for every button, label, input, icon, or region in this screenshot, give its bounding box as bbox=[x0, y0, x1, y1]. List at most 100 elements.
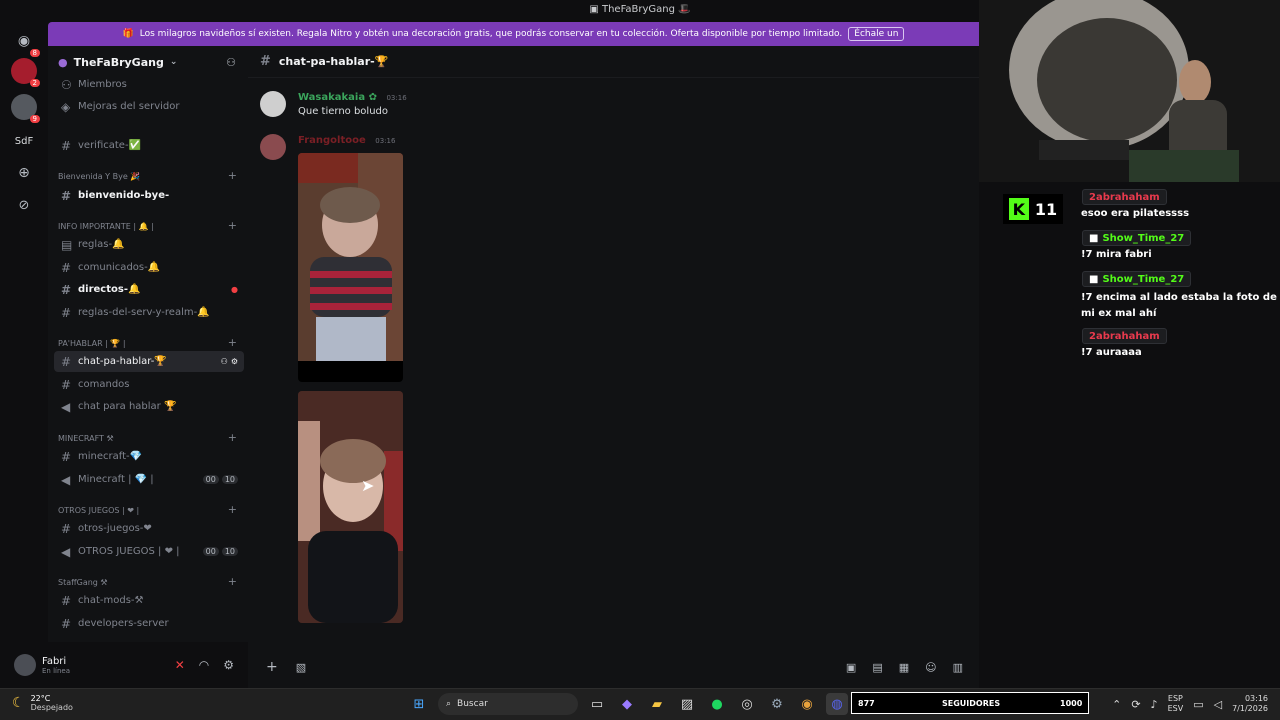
category-minecraft[interactable]: MINECRAFT ⚒ + bbox=[58, 431, 243, 444]
channel-label: verificate-✅ bbox=[78, 140, 142, 151]
server-icon-red[interactable]: 2 bbox=[11, 58, 40, 87]
voice-minecraft[interactable]: ◀ Minecraft | 💎 | 00 10 bbox=[54, 469, 244, 490]
user-status: En línea bbox=[42, 666, 71, 675]
file-explorer-icon[interactable]: ▰ bbox=[646, 693, 668, 715]
channel-reglas[interactable]: ▤ reglas-🔔 bbox=[54, 234, 244, 255]
channel-otros-juegos[interactable]: # otros-juegos-❤ bbox=[54, 518, 244, 539]
sidebar-item-boosts[interactable]: ◈ Mejoras del servidor bbox=[54, 96, 244, 117]
add-member-icon[interactable]: ⚇ bbox=[226, 56, 236, 69]
steam-icon[interactable]: ⚙ bbox=[766, 693, 788, 715]
badge: 2 bbox=[29, 79, 40, 87]
task-view-icon[interactable]: ▭ bbox=[586, 693, 608, 715]
discord-icon[interactable]: ◍ bbox=[826, 693, 848, 715]
app-icon[interactable]: ▨ bbox=[676, 693, 698, 715]
channel-directos[interactable]: # directos-🔔 ● bbox=[54, 279, 244, 300]
guild-name: TheFaBryGang bbox=[73, 55, 164, 69]
message-time: 03:16 bbox=[386, 94, 407, 102]
webcam-image bbox=[979, 0, 1280, 182]
apps-icon[interactable]: ▥ bbox=[953, 661, 963, 674]
chevron-up-icon[interactable]: ⌃ bbox=[1112, 698, 1121, 711]
windows-taskbar: ☾ 22°C Despejado ⊞ ⌕ Buscar ▭ ◆ ▰ ▨ ● ◎ … bbox=[0, 688, 1280, 720]
channel-verificate[interactable]: # verificate-✅ bbox=[54, 135, 244, 156]
category-label: MINECRAFT ⚒ bbox=[58, 434, 114, 443]
avatar[interactable] bbox=[260, 91, 286, 117]
channel-chat-mods[interactable]: # chat-mods-⚒ bbox=[54, 590, 244, 611]
sync-icon[interactable]: ⟳ bbox=[1131, 698, 1140, 711]
channel-developers-server[interactable]: # developers-server bbox=[54, 613, 244, 634]
server-icon-gray[interactable]: 9 bbox=[11, 94, 40, 123]
channel-comandos[interactable]: # comandos bbox=[54, 374, 244, 395]
search-placeholder: Buscar bbox=[457, 699, 488, 709]
window-title-text: TheFaBryGang bbox=[601, 4, 675, 15]
channel-comunicados[interactable]: # comunicados-🔔 bbox=[54, 257, 244, 278]
add-server-icon[interactable]: ⊕ bbox=[11, 160, 37, 186]
composer-tools: ▣ ▤ ▦ ☺ ▥ bbox=[678, 650, 979, 684]
avatar[interactable] bbox=[260, 134, 286, 160]
channel-bienvenido-bye[interactable]: # bienvenido-bye- bbox=[54, 185, 244, 206]
category-pahablar[interactable]: PA'HABLAR | 🏆 | + bbox=[58, 336, 243, 349]
message-author[interactable]: Frangoltooe bbox=[298, 135, 366, 146]
category-staffgang[interactable]: StaffGang ⚒ + bbox=[58, 575, 243, 588]
mic-icon[interactable]: ♪ bbox=[1151, 698, 1158, 711]
banner-cta-button[interactable]: Échale un bbox=[848, 27, 905, 41]
gif-icon[interactable]: ▤ bbox=[872, 661, 882, 674]
sticker-icon[interactable]: ▦ bbox=[899, 661, 909, 674]
category-bienvenida[interactable]: Bienvenida Y Bye 🎉 + bbox=[58, 169, 243, 182]
discover-icon[interactable]: ⊘ bbox=[11, 192, 37, 218]
hash-icon: # bbox=[61, 305, 72, 320]
add-channel-icon[interactable]: + bbox=[228, 503, 237, 516]
clock[interactable]: 03:16 7/1/2026 bbox=[1232, 694, 1268, 714]
image-upload-icon[interactable]: ▧ bbox=[296, 661, 306, 674]
voice-count: 00 10 bbox=[202, 475, 238, 484]
mic-muted-icon[interactable]: ✕ bbox=[175, 658, 185, 672]
spotify-icon[interactable]: ● bbox=[706, 693, 728, 715]
headphones-icon[interactable]: ◠ bbox=[199, 658, 209, 672]
add-channel-icon[interactable]: + bbox=[228, 336, 237, 349]
add-channel-icon[interactable]: + bbox=[228, 431, 237, 444]
add-channel-icon[interactable]: + bbox=[228, 575, 237, 588]
emoji-icon[interactable]: ☺ bbox=[925, 661, 936, 674]
channel-minecraft[interactable]: # minecraft-💎 bbox=[54, 446, 244, 467]
image-attachment[interactable] bbox=[298, 391, 403, 623]
hash-icon: # bbox=[61, 593, 72, 608]
gear-icon[interactable]: ⚙ bbox=[223, 658, 234, 672]
copilot-icon[interactable]: ◆ bbox=[616, 693, 638, 715]
invite-icon[interactable]: ⚇ bbox=[221, 357, 228, 366]
followers-goal-bar: 877 SEGUIDORES 1000 bbox=[851, 692, 1089, 714]
category-label: PA'HABLAR | 🏆 | bbox=[58, 339, 126, 348]
image-attachment[interactable] bbox=[298, 153, 403, 382]
category-otros-juegos[interactable]: OTROS JUEGOS | ❤ | + bbox=[58, 503, 243, 516]
channel-header: # chat-pa-hablar-🏆 bbox=[248, 46, 979, 78]
category-info[interactable]: INFO IMPORTANTE | 🔔 | + bbox=[58, 219, 243, 232]
channel-label: chat-mods-⚒ bbox=[78, 595, 144, 606]
add-channel-icon[interactable]: + bbox=[228, 219, 237, 232]
badge: 9 bbox=[29, 115, 40, 123]
add-channel-icon[interactable]: + bbox=[228, 169, 237, 182]
channel-chat-pa-hablar[interactable]: # chat-pa-hablar-🏆 ⚇ ⚙ bbox=[54, 351, 244, 372]
chat-message: !7 auraaaa bbox=[1081, 347, 1142, 358]
voice-otros-juegos[interactable]: ◀ OTROS JUEGOS | ❤ | 00 10 bbox=[54, 541, 244, 562]
add-attachment-icon[interactable]: + bbox=[266, 659, 278, 675]
avatar[interactable] bbox=[14, 654, 36, 676]
language-indicator[interactable]: ESP ESV bbox=[1168, 694, 1184, 714]
chrome-icon[interactable]: ◉ bbox=[796, 693, 818, 715]
sidebar-item-members[interactable]: ⚇ Miembros bbox=[54, 74, 244, 95]
display-icon[interactable]: ▭ bbox=[1193, 698, 1203, 711]
server-icon-sdf[interactable]: SdF bbox=[11, 128, 37, 154]
obs-icon[interactable]: ◎ bbox=[736, 693, 758, 715]
windows-start-icon[interactable]: ⊞ bbox=[408, 693, 430, 715]
channel-label: bienvenido-bye- bbox=[78, 190, 170, 201]
volume-icon[interactable]: ◁ bbox=[1214, 698, 1222, 711]
voice-chat-para-hablar[interactable]: ◀ chat para hablar 🏆 bbox=[54, 396, 244, 417]
voice-count: 00 10 bbox=[202, 547, 238, 556]
gear-icon[interactable]: ⚙ bbox=[231, 357, 238, 366]
message-author[interactable]: Wasakakaia bbox=[298, 92, 365, 103]
gift-icon[interactable]: ▣ bbox=[846, 661, 856, 674]
weather-widget[interactable]: ☾ 22°C Despejado bbox=[12, 694, 73, 712]
discord-home-icon[interactable]: ◉ 8 bbox=[11, 28, 40, 57]
user-info[interactable]: Fabri En línea bbox=[42, 656, 70, 675]
system-tray: ⌃ ⟳ ♪ ESP ESV ▭ ◁ 03:16 7/1/2026 bbox=[1112, 694, 1268, 714]
channel-reglas-del-serv[interactable]: # reglas-del-serv-y-realm-🔔 bbox=[54, 302, 244, 323]
speaker-icon: ◀ bbox=[61, 399, 71, 414]
search-box[interactable]: ⌕ Buscar bbox=[438, 693, 578, 715]
